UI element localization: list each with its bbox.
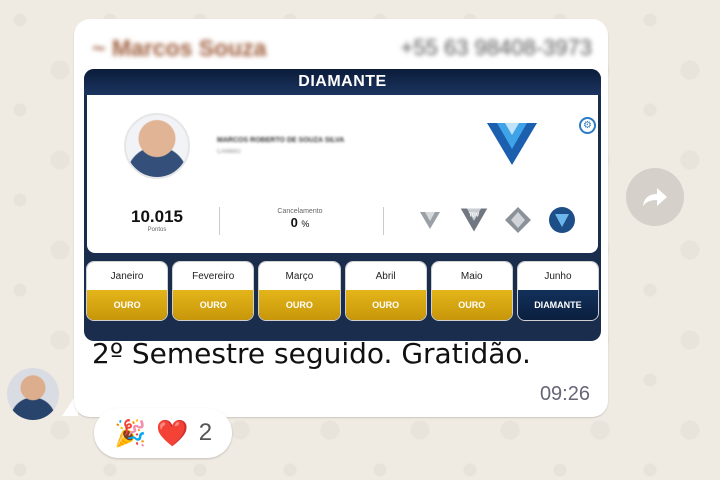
sender-avatar[interactable] <box>7 368 59 420</box>
sender-phone[interactable]: +55 63 98408-3973 <box>401 35 592 61</box>
reactions-pill[interactable]: 🎉 ❤️ 2 <box>94 408 232 458</box>
month-name: Março <box>259 262 340 290</box>
reaction-count: 2 <box>198 419 213 446</box>
month-level: OURO <box>431 290 512 320</box>
diamond-silver-badge-icon <box>503 205 533 235</box>
points-value: 10.015 <box>131 207 183 226</box>
sender-name[interactable]: ~ Marcos Souza <box>92 35 266 62</box>
forward-button[interactable] <box>626 168 684 226</box>
stat-divider <box>219 207 220 235</box>
stat-divider <box>383 207 384 235</box>
party-popper-icon: 🎉 <box>113 417 147 448</box>
tdv-badge-icon: TDV <box>459 205 489 235</box>
loyalty-card-image[interactable]: DIAMANTE MARCOS ROBERTO DE SOUZA SILVA C… <box>84 69 601 341</box>
message-time: 09:26 <box>539 383 590 405</box>
member-avatar <box>124 113 190 179</box>
month-level: OURO <box>259 290 340 320</box>
month-june: Junho DIAMANTE <box>516 261 600 321</box>
cancel-unit: % <box>301 219 310 229</box>
month-name: Fevereiro <box>173 262 254 290</box>
forward-icon <box>643 188 667 206</box>
cancel-stat: Cancelamento 0 % <box>265 208 335 230</box>
month-march: Março OURO <box>258 261 341 321</box>
month-name: Maio <box>431 262 512 290</box>
member-panel: MARCOS ROBERTO DE SOUZA SILVA CAMBIO ⚙ 1… <box>87 95 598 253</box>
points-stat: 10.015 Pontos <box>117 207 197 233</box>
cancel-value: 0 <box>290 215 298 230</box>
gear-icon[interactable]: ⚙ <box>579 117 596 134</box>
month-name: Janeiro <box>87 262 168 290</box>
blue-emblem-badge-icon <box>547 205 577 235</box>
diamond-logo-icon <box>487 123 537 165</box>
month-april: Abril OURO <box>344 261 427 321</box>
month-january: Janeiro OURO <box>86 261 169 321</box>
tdv-badge-text: TDV <box>469 212 480 218</box>
points-label: Pontos <box>147 227 167 233</box>
message-bubble[interactable]: ~ Marcos Souza +55 63 98408-3973 DIAMANT… <box>74 19 608 417</box>
member-name: MARCOS ROBERTO DE SOUZA SILVA <box>217 137 345 144</box>
achievement-badges: TDV <box>415 205 577 235</box>
month-level: OURO <box>87 290 168 320</box>
silver-v-badge-icon <box>415 205 445 235</box>
message-text: 2º Semestre seguido. Gratidão. <box>92 337 531 370</box>
sender-header[interactable]: ~ Marcos Souza +55 63 98408-3973 <box>92 33 592 63</box>
month-level: OURO <box>173 290 254 320</box>
month-name: Junho <box>517 262 599 290</box>
heart-icon: ❤️ <box>156 417 189 448</box>
monthly-levels: Janeiro OURO Fevereiro OURO Março OURO A… <box>84 261 601 321</box>
member-subtitle: CAMBIO <box>217 149 241 155</box>
card-title: DIAMANTE <box>84 69 601 95</box>
month-may: Maio OURO <box>430 261 513 321</box>
cancel-label: Cancelamento <box>277 208 323 215</box>
month-level: OURO <box>345 290 426 320</box>
month-level: DIAMANTE <box>517 290 599 320</box>
month-february: Fevereiro OURO <box>172 261 255 321</box>
month-name: Abril <box>345 262 426 290</box>
